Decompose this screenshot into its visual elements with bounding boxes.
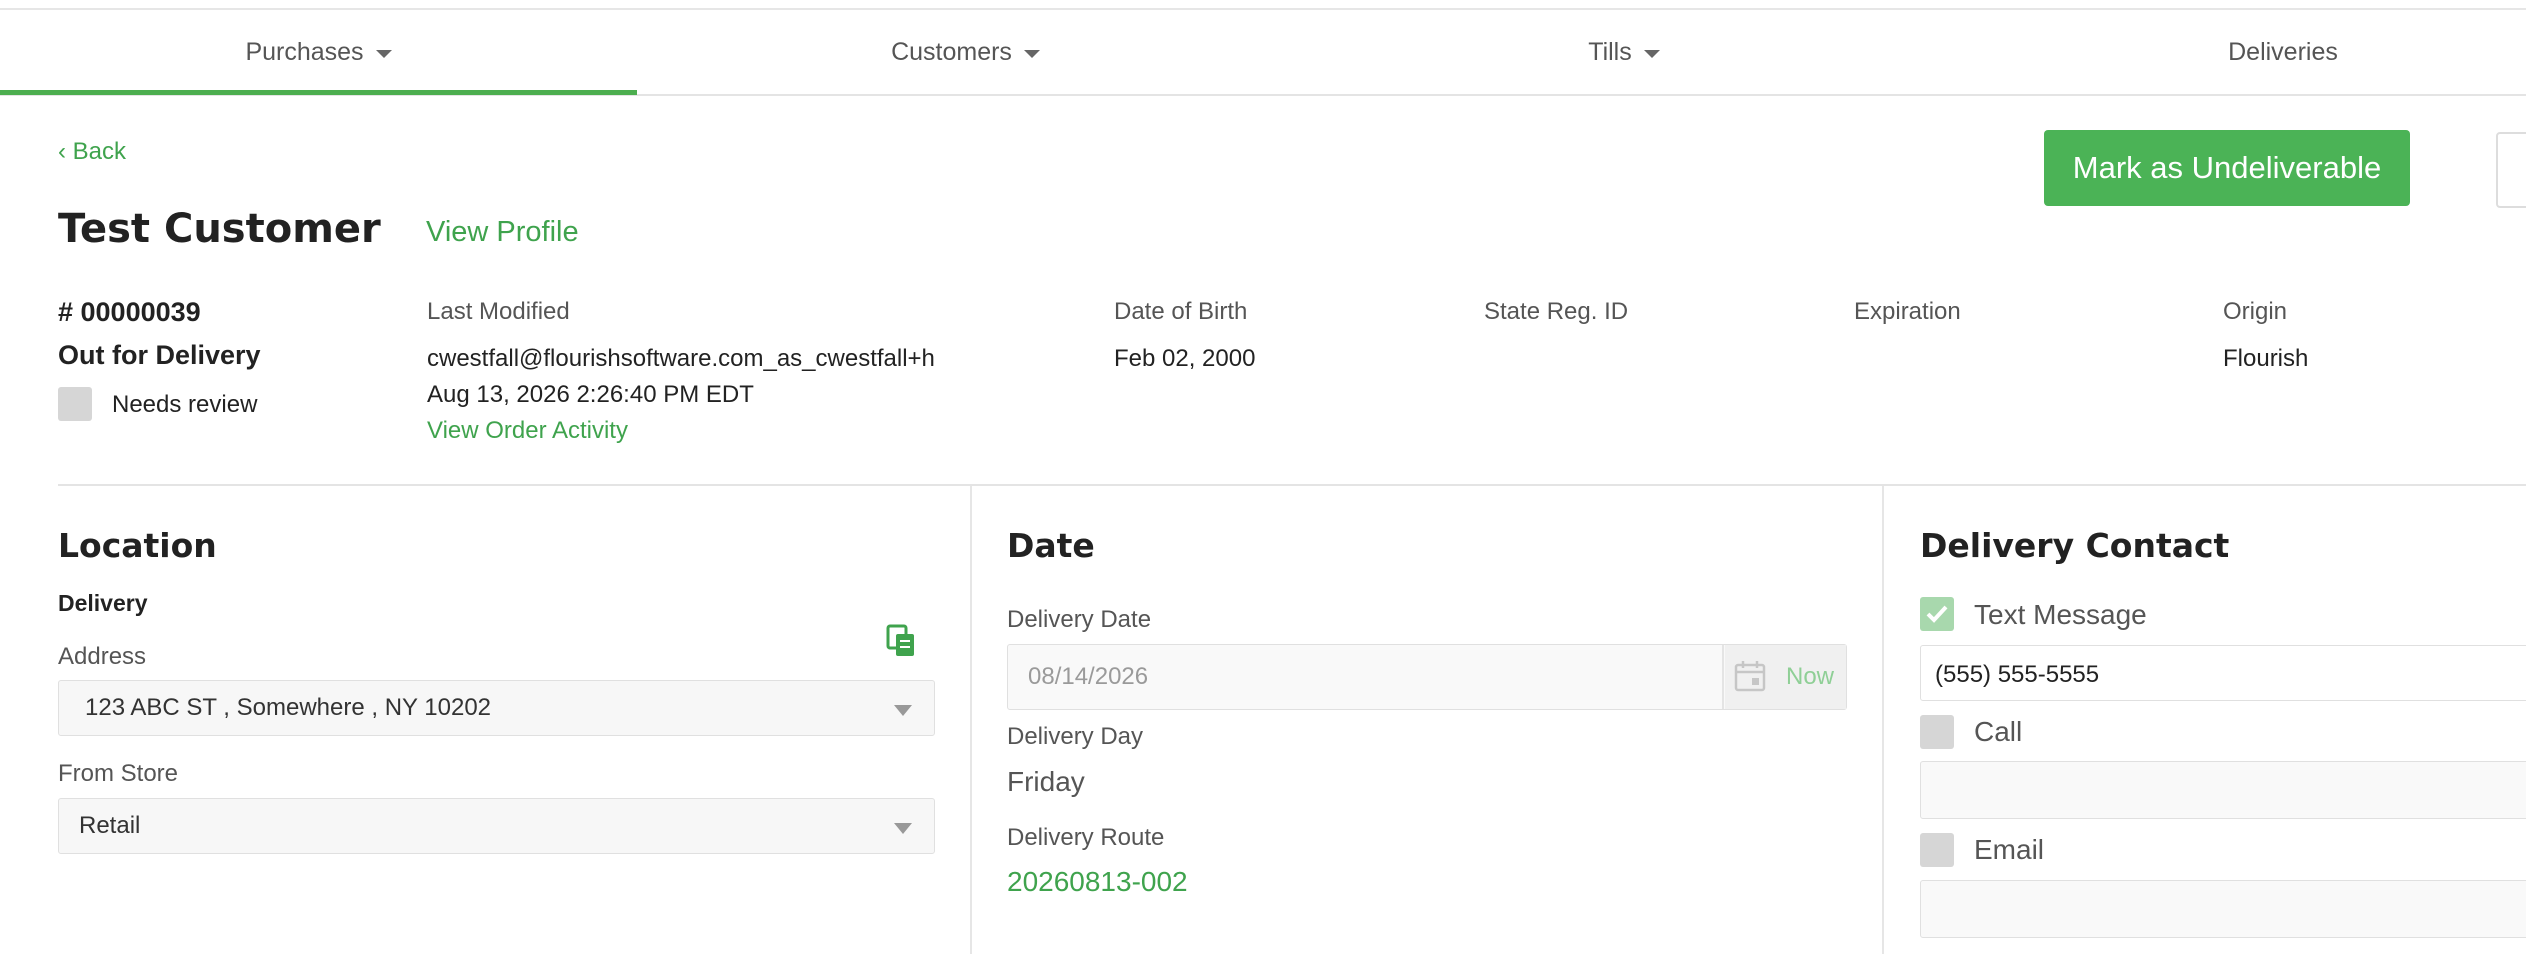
order-number: # 00000039 xyxy=(58,297,201,327)
chevron-down-icon xyxy=(1023,49,1040,58)
back-link[interactable]: ‹ Back xyxy=(58,138,126,166)
needs-review-checkbox[interactable] xyxy=(58,387,92,421)
last-modified-label: Last Modified xyxy=(427,298,570,325)
nav-purchases[interactable]: Purchases xyxy=(0,10,637,94)
origin-label: Origin xyxy=(2223,298,2288,325)
delivery-date-label: Delivery Date xyxy=(1007,606,1152,633)
back-label: Back xyxy=(72,138,127,165)
delivery-date-field[interactable]: 08/14/2026 Now xyxy=(1007,644,1847,710)
date-title: Date xyxy=(1007,526,1095,565)
dob-label: Date of Birth xyxy=(1114,298,1248,325)
column-divider xyxy=(970,486,972,954)
email-checkbox[interactable] xyxy=(1920,833,1954,867)
view-order-activity-link[interactable]: View Order Activity xyxy=(427,417,628,445)
copy-address-icon[interactable] xyxy=(886,624,918,658)
expiration-label: Expiration xyxy=(1854,298,1961,325)
address-value: 123 ABC ST , Somewhere , NY 10202 xyxy=(85,694,492,721)
checkmark-icon xyxy=(1926,605,1948,623)
text-message-label: Text Message xyxy=(1974,599,2147,630)
address-select[interactable]: 123 ABC ST , Somewhere , NY 10202 xyxy=(58,680,935,736)
email-label: Email xyxy=(1974,834,2045,865)
from-store-value: Retail xyxy=(79,812,141,839)
nav-tills-label: Tills xyxy=(1588,37,1632,66)
nav-customers[interactable]: Customers xyxy=(637,10,1294,94)
state-reg-label: State Reg. ID xyxy=(1484,298,1629,325)
delivery-route-label: Delivery Route xyxy=(1007,824,1165,851)
delivery-route-link[interactable]: 20260813-002 xyxy=(1007,866,1188,898)
chevron-down-icon xyxy=(375,49,392,58)
from-store-label: From Store xyxy=(58,760,179,787)
chevron-left-icon: ‹ xyxy=(58,138,66,165)
now-button[interactable]: Now xyxy=(1786,663,1834,691)
delivery-day-label: Delivery Day xyxy=(1007,723,1144,750)
origin-value: Flourish xyxy=(2223,345,2309,372)
nav-customers-label: Customers xyxy=(891,37,1012,66)
phone-input[interactable]: (555) 555-5555 xyxy=(1920,645,2526,701)
call-input[interactable] xyxy=(1920,761,2526,819)
location-title: Location xyxy=(58,526,217,565)
nav-tills[interactable]: Tills xyxy=(1294,10,1954,94)
text-message-checkbox[interactable] xyxy=(1920,597,1954,631)
main-nav: Purchases Customers Tills Deliveries xyxy=(0,10,2526,96)
nav-deliveries-label: Deliveries xyxy=(2228,37,2338,66)
address-label: Address xyxy=(58,643,147,670)
email-input[interactable] xyxy=(1920,880,2526,938)
secondary-action-button[interactable] xyxy=(2496,132,2526,208)
delivery-day-value: Friday xyxy=(1007,766,1085,797)
dob-value: Feb 02, 2000 xyxy=(1114,345,1256,372)
last-modified-by: cwestfall@flourishsoftware.com_as_cwestf… xyxy=(427,345,935,372)
chevron-down-icon xyxy=(894,823,912,834)
nav-deliveries[interactable]: Deliveries xyxy=(1954,10,2526,94)
call-checkbox[interactable] xyxy=(1920,715,1954,749)
from-store-select[interactable]: Retail xyxy=(58,798,935,854)
column-divider xyxy=(1882,486,1884,954)
calendar-icon[interactable] xyxy=(1733,659,1769,695)
needs-review-label: Needs review xyxy=(112,391,258,418)
field-separator xyxy=(1722,645,1724,709)
mark-undeliverable-button[interactable]: Mark as Undeliverable xyxy=(2044,130,2410,206)
location-subtitle: Delivery xyxy=(58,590,148,616)
view-profile-link[interactable]: View Profile xyxy=(426,216,579,249)
section-divider xyxy=(58,484,2526,486)
nav-active-indicator xyxy=(0,90,637,95)
call-label: Call xyxy=(1974,716,2023,747)
chevron-down-icon xyxy=(1643,49,1660,58)
nav-purchases-label: Purchases xyxy=(245,37,364,66)
customer-name: Test Customer xyxy=(58,206,381,252)
phone-value: (555) 555-5555 xyxy=(1935,661,2100,688)
last-modified-at: Aug 13, 2026 2:26:40 PM EDT xyxy=(427,381,754,408)
delivery-date-value: 08/14/2026 xyxy=(1028,663,1149,690)
delivery-contact-title: Delivery Contact xyxy=(1920,526,2230,565)
chevron-down-icon xyxy=(894,705,912,716)
order-status: Out for Delivery xyxy=(58,340,261,370)
